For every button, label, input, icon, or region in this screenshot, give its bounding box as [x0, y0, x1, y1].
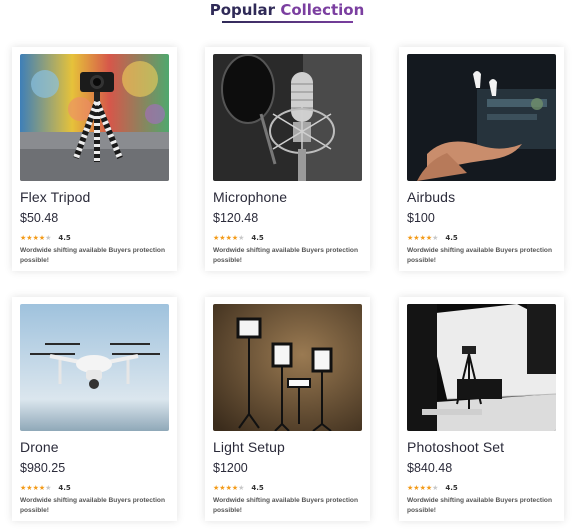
product-name[interactable]: Light Setup	[213, 439, 285, 455]
product-card[interactable]: Photoshoot Set $840.48 ★ ★ ★ ★ ★ 4.5 Wordwid…	[399, 297, 564, 521]
section-title: Popular Collection	[0, 1, 574, 19]
photoshoot-set-photo	[407, 304, 556, 431]
rating: ★ ★ ★ ★ ★ 4.5	[20, 233, 71, 243]
star-rating-icons: ★ ★ ★ ★ ★	[20, 234, 51, 242]
star-half-icon: ★	[45, 234, 52, 242]
rating-value: 4.5	[58, 234, 71, 242]
studio-lights-photo	[213, 304, 362, 431]
tripod-camera-photo	[20, 54, 169, 181]
star-half-icon: ★	[238, 484, 245, 492]
product-card[interactable]: Airbuds $100 ★ ★ ★ ★ ★ 4.5 Wordwide shifting…	[399, 47, 564, 271]
section-title-part2: Collection	[280, 1, 365, 19]
product-price: $1200	[213, 461, 248, 475]
studio-microphone-photo	[213, 54, 362, 181]
product-description: Wordwide shifting available Buyers prote…	[213, 247, 358, 264]
drone-photo	[20, 304, 169, 431]
product-image-light-setup[interactable]	[213, 304, 362, 431]
product-name[interactable]: Drone	[20, 439, 59, 455]
airbuds-hand-photo	[407, 54, 556, 181]
rating: ★ ★ ★ ★ ★ 4.5	[213, 233, 264, 243]
star-half-icon: ★	[45, 484, 52, 492]
star-rating-icons: ★ ★ ★ ★ ★	[213, 484, 244, 492]
product-name[interactable]: Airbuds	[407, 189, 455, 205]
product-price: $100	[407, 211, 435, 225]
star-rating-icons: ★ ★ ★ ★ ★	[407, 234, 438, 242]
rating: ★ ★ ★ ★ ★ 4.5	[407, 483, 458, 493]
star-half-icon: ★	[238, 234, 245, 242]
product-image-tripod[interactable]	[20, 54, 169, 181]
product-name[interactable]: Microphone	[213, 189, 287, 205]
rating: ★ ★ ★ ★ ★ 4.5	[20, 483, 71, 493]
rating-value: 4.5	[58, 484, 71, 492]
star-rating-icons: ★ ★ ★ ★ ★	[407, 484, 438, 492]
star-half-icon: ★	[432, 484, 439, 492]
product-description: Wordwide shifting available Buyers prote…	[20, 247, 165, 264]
star-rating-icons: ★ ★ ★ ★ ★	[213, 234, 244, 242]
product-price: $840.48	[407, 461, 453, 475]
rating: ★ ★ ★ ★ ★ 4.5	[213, 483, 264, 493]
product-description: Wordwide shifting available Buyers prote…	[213, 497, 358, 514]
product-description: Wordwide shifting available Buyers prote…	[407, 497, 552, 514]
product-price: $980.25	[20, 461, 66, 475]
rating-value: 4.5	[445, 234, 458, 242]
star-half-icon: ★	[432, 234, 439, 242]
section-title-part1: Popular	[209, 1, 276, 19]
product-card[interactable]: Flex Tripod $50.48 ★ ★ ★ ★ ★ 4.5 Wordwide sh…	[12, 47, 177, 271]
product-description: Wordwide shifting available Buyers prote…	[20, 497, 165, 514]
product-card[interactable]: Light Setup $1200 ★ ★ ★ ★ ★ 4.5 Wordwide shi…	[205, 297, 370, 521]
product-image-airbuds[interactable]	[407, 54, 556, 181]
title-underline	[222, 21, 353, 23]
rating-value: 4.5	[445, 484, 458, 492]
product-price: $50.48	[20, 211, 59, 225]
product-card[interactable]: Microphone $120.48 ★ ★ ★ ★ ★ 4.5 Wordwide sh…	[205, 47, 370, 271]
product-image-drone[interactable]	[20, 304, 169, 431]
product-image-microphone[interactable]	[213, 54, 362, 181]
product-name[interactable]: Flex Tripod	[20, 189, 90, 205]
product-description: Wordwide shifting available Buyers prote…	[407, 247, 552, 264]
star-rating-icons: ★ ★ ★ ★ ★	[20, 484, 51, 492]
rating-value: 4.5	[251, 484, 264, 492]
product-name[interactable]: Photoshoot Set	[407, 439, 504, 455]
rating: ★ ★ ★ ★ ★ 4.5	[407, 233, 458, 243]
product-price: $120.48	[213, 211, 259, 225]
product-card[interactable]: Drone $980.25 ★ ★ ★ ★ ★ 4.5 Wordwide shiftin…	[12, 297, 177, 521]
product-image-photoshoot-set[interactable]	[407, 304, 556, 431]
rating-value: 4.5	[251, 234, 264, 242]
